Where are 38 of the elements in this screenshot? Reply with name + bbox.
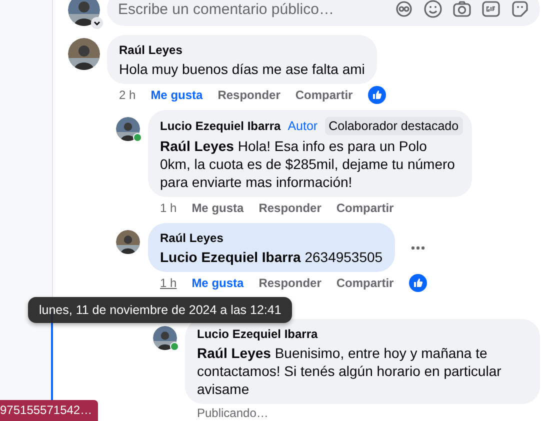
avatar-sticker-icon[interactable] <box>394 0 414 19</box>
chevron-icon[interactable] <box>91 17 103 29</box>
author-name[interactable]: Lucio Ezequiel Ibarra <box>197 326 318 342</box>
share-link[interactable]: Compartir <box>336 275 394 291</box>
avatar <box>116 117 140 141</box>
reply-link[interactable]: Responder <box>258 200 322 216</box>
author-name[interactable]: Raúl Leyes <box>160 230 224 246</box>
id-tag: 975155571542… <box>0 400 98 421</box>
date-tooltip: lunes, 11 de noviembre de 2024 a las 12:41 <box>28 297 292 323</box>
more-icon[interactable] <box>410 246 425 250</box>
thumbs-up-icon[interactable] <box>408 274 427 292</box>
timestamp-link[interactable]: 1 h <box>160 200 177 216</box>
comment-text: Raúl Leyes Hola! Esa info es para un Polo 0km, la cuota es de $285mil, dejame tu número para enviarte mas información! <box>160 137 456 191</box>
top-fan-badge: Colaborador destacado <box>324 117 463 135</box>
avatar <box>68 0 100 26</box>
emoji-icon[interactable] <box>423 0 443 19</box>
thumbs-up-icon[interactable] <box>368 86 386 104</box>
posting-status: Publicando… <box>196 405 270 420</box>
comment-text: Lucio Ezequiel Ibarra 2634953505 <box>160 248 383 266</box>
reply-link[interactable]: Responder <box>218 87 280 103</box>
gif-icon[interactable] <box>481 0 501 19</box>
timestamp-link[interactable]: 2 h <box>119 87 136 103</box>
avatar <box>153 326 177 350</box>
like-link[interactable]: Me gusta <box>192 200 244 216</box>
author-label: Autor <box>286 118 319 135</box>
reply-link[interactable]: Responder <box>258 275 322 291</box>
comment-text: Hola muy buenos días me ase falta ami <box>119 60 365 78</box>
author-name[interactable]: Raúl Leyes <box>119 42 182 58</box>
sticker-icon[interactable] <box>510 0 530 19</box>
share-link[interactable]: Compartir <box>336 200 394 216</box>
comment-text: Raúl Leyes Buenisimo, entre hoy y mañana te contactamos! Si tenés algún horario en particular avisame <box>197 344 502 398</box>
comment-field[interactable]: Escribe un comentario público… <box>107 0 540 26</box>
like-link[interactable]: Me gusta <box>192 275 244 291</box>
author-name[interactable]: Lucio Ezequiel Ibarra <box>160 118 281 134</box>
share-link[interactable]: Compartir <box>295 87 353 103</box>
timestamp-link[interactable]: 1 h <box>160 275 177 291</box>
camera-icon[interactable] <box>452 0 472 19</box>
like-link[interactable]: Me gusta <box>150 87 203 103</box>
